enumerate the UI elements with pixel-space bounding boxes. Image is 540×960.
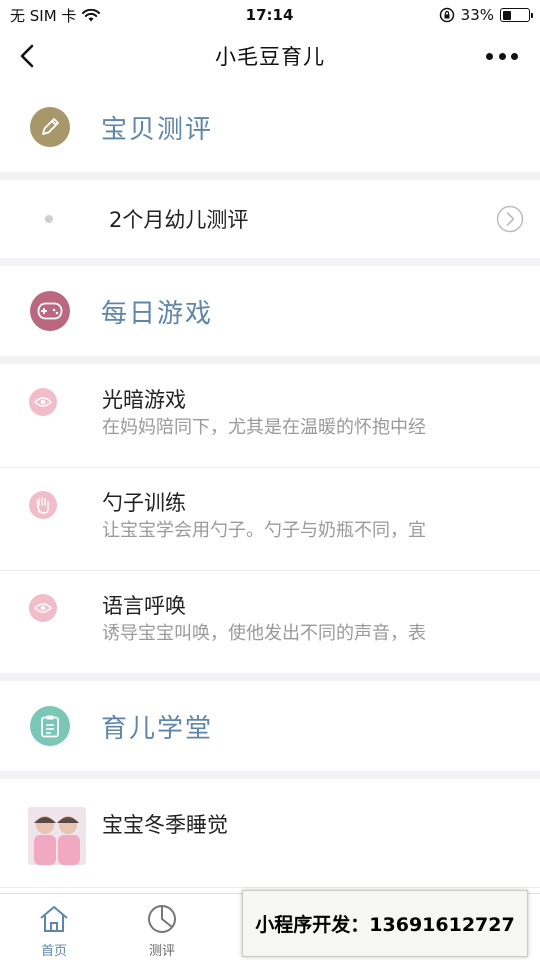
dot-icon [486,52,493,60]
status-right: 33% [439,6,533,24]
section-gap [0,172,540,180]
game-item[interactable]: 光暗游戏 在妈妈陪同下，尤其是在温暖的怀抱中经 [0,364,540,467]
status-bar: 无 SIM 卡 17:14 33% [0,0,540,30]
battery-percent: 33% [460,6,494,24]
tab-home[interactable]: 首页 [0,894,108,960]
page-title: 小毛豆育儿 [215,45,325,69]
game-description: 诱导宝宝叫唤，使他发出不同的声音，表 [102,623,426,644]
game-title: 勺子训练 [102,491,186,515]
section-header-school: 育儿学堂 [0,681,540,771]
orientation-lock-icon [439,7,454,23]
nav-bar: 小毛豆育儿 [0,30,540,82]
eye-icon [29,594,57,622]
bullet-dot [45,215,53,223]
hand-icon [29,491,57,519]
carrier-text: 无 SIM 卡 [10,6,77,25]
section-gap [0,356,540,364]
promo-banner: 小程序开发：13691612727 [242,890,528,957]
tab-label: 测评 [148,944,175,959]
section-title: 宝贝测评 [101,114,214,145]
section-header-games: 每日游戏 [0,266,540,356]
tab-label: 首页 [40,944,67,959]
section-gap [0,771,540,779]
game-text: 语言呼唤 诱导宝宝叫唤，使他发出不同的声音，表 [102,591,522,647]
clipboard-icon [30,706,70,746]
evaluation-item-label: 2个月幼儿测评 [109,208,249,232]
tab-evaluation[interactable]: 测评 [108,894,216,960]
pencil-icon [30,107,70,147]
section-header-evaluation: 宝贝测评 [0,82,540,172]
gamepad-icon [30,291,70,331]
article-item[interactable]: 宝宝冬季睡觉 [0,779,540,887]
game-text: 勺子训练 让宝宝学会用勺子。勺子与奶瓶不同，宜 [102,488,522,544]
wifi-icon [82,8,101,21]
battery-fill [502,10,511,20]
game-title: 光暗游戏 [102,388,186,412]
section-title: 育儿学堂 [101,713,214,744]
game-description: 让宝宝学会用勺子。勺子与奶瓶不同，宜 [102,520,426,541]
status-left: 无 SIM 卡 [10,5,101,26]
game-text: 光暗游戏 在妈妈陪同下，尤其是在温暖的怀抱中经 [102,385,522,441]
dot-icon [498,52,506,60]
battery-icon [500,8,533,22]
evaluation-item[interactable]: 2个月幼儿测评 [0,180,540,258]
game-title: 语言呼唤 [102,594,186,618]
section-title: 每日游戏 [101,298,214,329]
article-thumbnail [28,807,86,865]
section-gap [0,673,540,681]
game-item[interactable]: 勺子训练 让宝宝学会用勺子。勺子与奶瓶不同，宜 [0,467,540,570]
game-description: 在妈妈陪同下，尤其是在温暖的怀抱中经 [102,417,426,438]
chevron-right-icon [496,205,524,233]
dot-icon [511,52,518,60]
back-arrow-icon[interactable] [14,42,42,70]
pie-chart-icon [148,905,176,933]
main-content: 宝贝测评 2个月幼儿测评 每日游戏 光暗游戏 在妈妈陪同下，尤其是在温暖的怀抱中… [0,82,540,950]
home-icon [40,906,68,932]
section-gap [0,258,540,266]
article-title: 宝宝冬季睡觉 [102,813,228,837]
clock-time: 17:14 [245,6,294,24]
eye-icon [29,388,57,416]
more-options-icon[interactable] [486,44,518,68]
game-item[interactable]: 语言呼唤 诱导宝宝叫唤，使他发出不同的声音，表 [0,570,540,673]
